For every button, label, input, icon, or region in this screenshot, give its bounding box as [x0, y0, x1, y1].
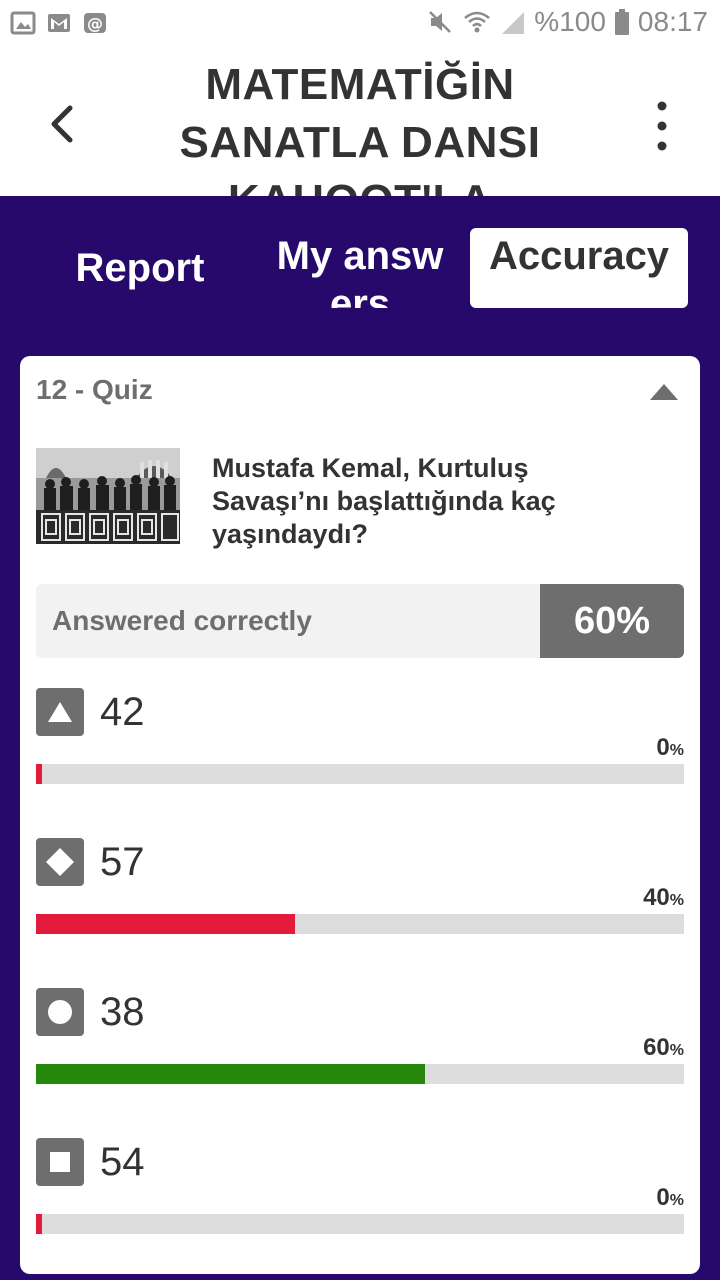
answer-bar-fill [36, 1214, 42, 1234]
answer-bar-track [36, 1064, 684, 1084]
answer-bar-fill [36, 764, 42, 784]
triangle-icon [36, 688, 84, 736]
square-icon [36, 1138, 84, 1186]
circle-icon [36, 988, 84, 1036]
answer-bar-fill [36, 1064, 425, 1084]
status-bar: @ %100 08:17 [0, 0, 720, 48]
quiz-number-label: 12 - Quiz [36, 374, 153, 405]
tab-my-answers[interactable]: My answers [270, 228, 450, 308]
question-image [36, 448, 180, 544]
battery-percentage: %100 [534, 6, 606, 37]
answered-correctly-percentage: 60% [540, 584, 684, 658]
tab-bar: Report My answers Accuracy [0, 196, 720, 336]
answered-correctly-bar: Answered correctly 60% [36, 584, 684, 658]
answer-bar-track [36, 764, 684, 784]
tab-report[interactable]: Report [40, 228, 240, 308]
answer-text: 54 [100, 1140, 145, 1184]
svg-text:@: @ [87, 14, 103, 33]
question-text: Mustafa Kemal, Kurtuluş Savaşı’nı başlat… [212, 453, 556, 549]
gmail-icon [48, 14, 70, 32]
answer-text: 42 [100, 690, 145, 734]
more-options-icon[interactable] [644, 98, 680, 154]
diamond-icon [36, 838, 84, 886]
answered-correctly-label: Answered correctly [52, 605, 312, 636]
answer-percentage: 40% [643, 884, 684, 911]
answer-row: 54 0% [36, 1138, 684, 1238]
battery-icon [614, 9, 629, 35]
kahoot-title: MATEMATİĞİN SANATLA DANSI KAHOOT'LA [179, 60, 541, 196]
email-icon: @ [84, 13, 106, 33]
answer-row: 38 60% [36, 988, 684, 1088]
answer-percentage: 0% [656, 734, 684, 761]
question-card: 12 - Quiz Mustafa Kemal, Kurtuluş Savaşı… [20, 356, 700, 1274]
app-header: MATEMATİĞİN SANATLA DANSI KAHOOT'LA [0, 48, 720, 196]
answer-text: 38 [100, 990, 145, 1034]
signal-icon [502, 12, 525, 34]
answer-percentage: 60% [643, 1034, 684, 1061]
mute-icon [429, 11, 452, 33]
chevron-up-icon[interactable] [648, 380, 680, 404]
answer-row: 42 0% [36, 688, 684, 788]
tab-accuracy[interactable]: Accuracy [470, 228, 688, 308]
answer-percentage: 0% [656, 1184, 684, 1211]
back-arrow-icon[interactable] [36, 96, 92, 152]
wifi-icon [464, 11, 491, 33]
answer-row: 57 40% [36, 838, 684, 938]
clock: 08:17 [637, 6, 708, 37]
answer-bar-track [36, 914, 684, 934]
answer-bar-fill [36, 914, 295, 934]
gallery-icon [10, 11, 36, 35]
answer-bar-track [36, 1214, 684, 1234]
answer-text: 57 [100, 840, 145, 884]
